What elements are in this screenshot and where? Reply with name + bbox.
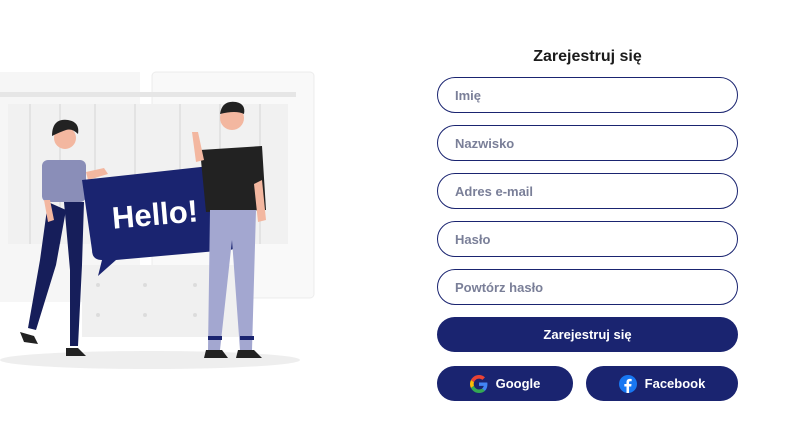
registration-form: Zarejestruj się Imię Nazwisko Adres e-ma…	[437, 46, 738, 401]
facebook-signup-button[interactable]: Facebook	[586, 366, 738, 401]
register-button[interactable]: Zarejestruj się	[437, 317, 738, 352]
repeat-password-placeholder: Powtórz hasło	[455, 279, 544, 295]
last-name-placeholder: Nazwisko	[455, 135, 515, 151]
google-signup-button[interactable]: Google	[437, 366, 573, 401]
last-name-input[interactable]: Nazwisko	[437, 125, 738, 161]
social-login-row: Google Facebook	[437, 366, 738, 401]
facebook-icon	[618, 374, 637, 393]
form-title: Zarejestruj się	[533, 48, 642, 65]
email-input[interactable]: Adres e-mail	[437, 173, 738, 209]
first-name-placeholder: Imię	[455, 87, 482, 103]
password-placeholder: Hasło	[455, 231, 491, 247]
password-input[interactable]: Hasło	[437, 221, 738, 257]
email-placeholder: Adres e-mail	[455, 183, 534, 199]
first-name-input[interactable]: Imię	[437, 77, 738, 113]
google-icon	[469, 374, 488, 393]
facebook-label: Facebook	[644, 376, 706, 391]
people-illustration: Hello!	[0, 71, 315, 369]
hello-illustration: Hello!	[0, 60, 330, 380]
google-label: Google	[495, 376, 541, 391]
hello-text: Hello!	[111, 193, 200, 235]
repeat-password-input[interactable]: Powtórz hasło	[437, 269, 738, 305]
